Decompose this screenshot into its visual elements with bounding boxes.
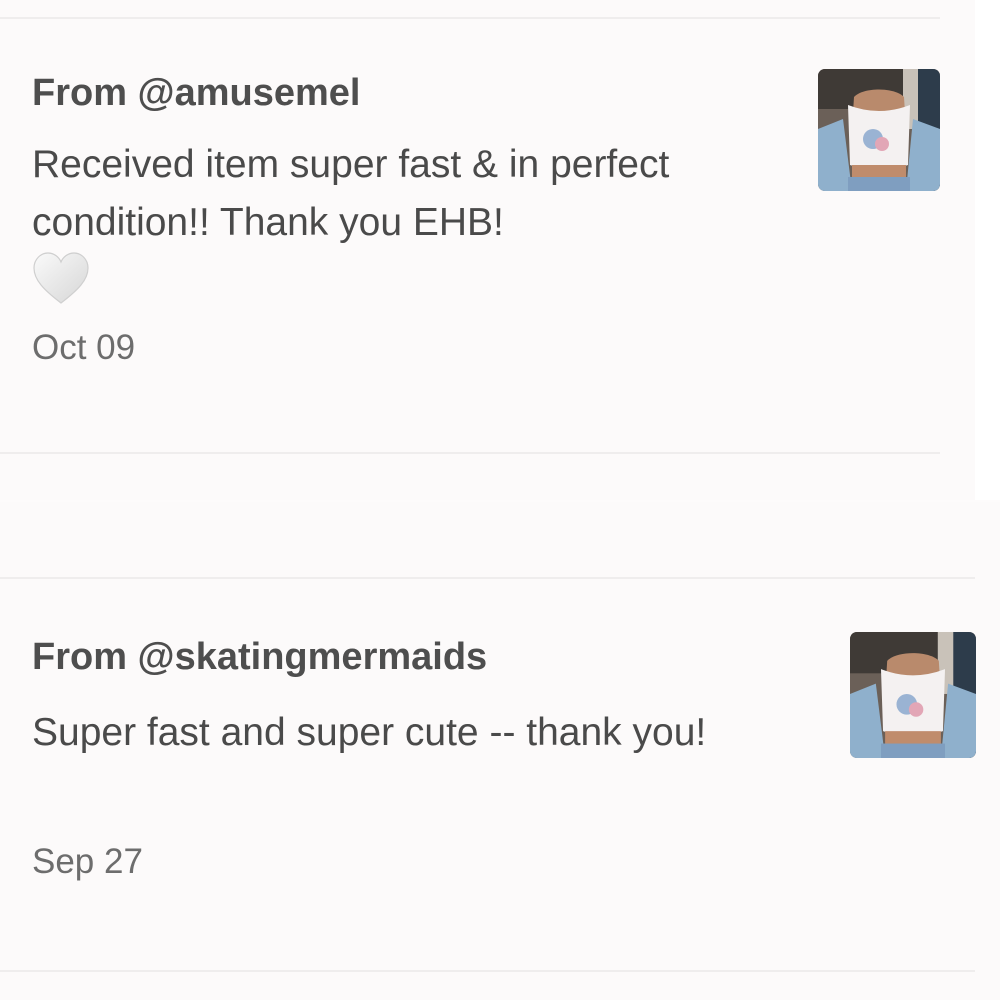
divider bbox=[0, 17, 940, 19]
review-card: From @amusemel Received item super fast … bbox=[0, 0, 975, 500]
product-photo-icon bbox=[818, 69, 940, 191]
product-photo-icon bbox=[850, 632, 976, 758]
white-heart-icon bbox=[33, 252, 89, 304]
product-thumbnail[interactable] bbox=[850, 632, 976, 758]
review-text: Received item super fast & in perfect co… bbox=[32, 143, 670, 244]
review-date: Oct 09 bbox=[32, 328, 136, 367]
review-date: Sep 27 bbox=[32, 842, 143, 881]
divider bbox=[0, 577, 975, 579]
product-thumbnail[interactable] bbox=[818, 69, 940, 191]
review-text: Super fast and super cute -- thank you! bbox=[32, 711, 707, 754]
right-edge-strip bbox=[975, 0, 1000, 500]
divider bbox=[0, 970, 975, 972]
review-author[interactable]: From @amusemel bbox=[32, 72, 361, 115]
review-author[interactable]: From @skatingmermaids bbox=[32, 636, 487, 679]
divider bbox=[0, 452, 940, 454]
